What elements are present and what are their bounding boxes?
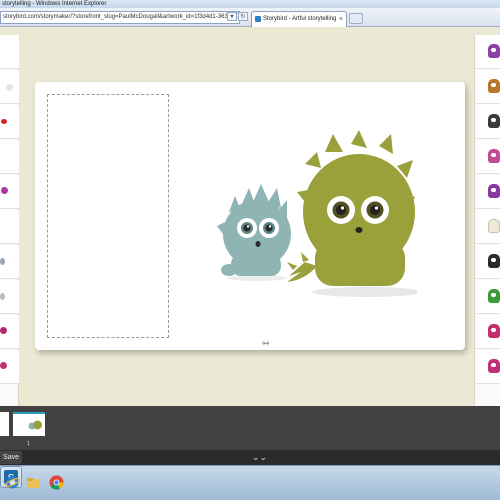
monster-thumbnail-icon [28,420,42,430]
art-blob [6,84,13,91]
art-thumbnail[interactable] [476,35,500,69]
art-thumbnail[interactable] [476,315,500,349]
art-thumbnail[interactable] [476,105,500,139]
page-number: 1 [27,441,30,447]
blue-monster [217,184,291,276]
browser-toolbar: storybird.com/storymaker/?storefront_slu… [0,8,500,27]
art-thumbnail[interactable] [476,350,500,384]
art-thumbnail[interactable] [476,70,500,104]
page-thumbnail-cover[interactable] [0,412,9,436]
art-blob [0,293,5,300]
left-art-panel [0,35,19,406]
art-thumbnail[interactable] [0,105,19,139]
address-url: storybird.com/storymaker/?storefront_slu… [3,14,240,20]
art-blob [0,258,5,265]
art-blob [0,327,7,334]
bottom-bar: Save ⌄⌄ [0,450,500,465]
monster-eye [491,118,496,122]
double-chevron-down-icon[interactable]: ⌄⌄ [252,451,267,463]
art-thumbnail[interactable] [476,140,500,174]
save-button[interactable]: Save [0,451,22,464]
art-thumbnail[interactable] [0,245,19,279]
story-text-box[interactable] [47,94,169,338]
art-thumbnail[interactable] [476,280,500,314]
tab-close-icon[interactable]: × [339,12,343,27]
folder-icon[interactable] [26,475,41,490]
page-thumbnail[interactable] [13,412,45,436]
monster-artwork[interactable] [217,130,417,298]
monster-eye [491,83,496,87]
art-thumbnail[interactable] [476,210,500,244]
art-thumbnail[interactable] [476,245,500,279]
dropdown-icon[interactable]: ▾ [227,12,237,21]
monster-eye [491,258,496,262]
monster-art [488,219,500,233]
art-thumbnail[interactable] [0,175,19,209]
monster-eye [491,153,496,157]
art-thumbnail[interactable] [0,280,19,314]
new-tab-button[interactable] [349,13,363,24]
internet-explorer-icon[interactable] [5,475,20,490]
art-thumbnail[interactable] [0,70,19,104]
art-thumbnail[interactable] [0,140,19,174]
monster-eye [491,328,496,332]
monster-eye [491,188,496,192]
monster-eye [491,363,496,367]
art-blob [1,187,8,194]
art-thumbnail[interactable] [0,350,19,384]
monster-eye [491,293,496,297]
tab-storybird[interactable]: Storybird - Artful storytelling × [251,11,347,27]
story-editor: ⇿ [0,27,500,406]
address-bar[interactable]: storybird.com/storymaker/?storefront_slu… [0,11,240,24]
story-page[interactable]: ⇿ [35,82,465,350]
window-title-bar: storytelling - Windows Internet Explorer [0,0,500,8]
art-blob [1,119,7,124]
green-monster [287,130,415,286]
windows-taskbar: S [0,465,500,500]
art-thumbnail[interactable] [476,175,500,209]
art-thumbnail[interactable] [0,315,19,349]
refresh-icon[interactable]: ↻ [238,12,248,21]
chrome-icon[interactable] [49,475,64,490]
monster-eye [491,48,496,52]
art-thumbnail[interactable] [0,210,19,244]
storybird-favicon-icon [255,16,261,22]
window-title: storytelling - Windows Internet Explorer [2,1,107,7]
right-art-panel [474,35,500,406]
page-strip: 1 [0,406,500,450]
tab-label: Storybird - Artful storytelling [263,16,337,22]
art-thumbnail[interactable] [0,35,19,69]
resize-horizontal-icon[interactable]: ⇿ [262,338,270,349]
art-blob [0,362,7,369]
